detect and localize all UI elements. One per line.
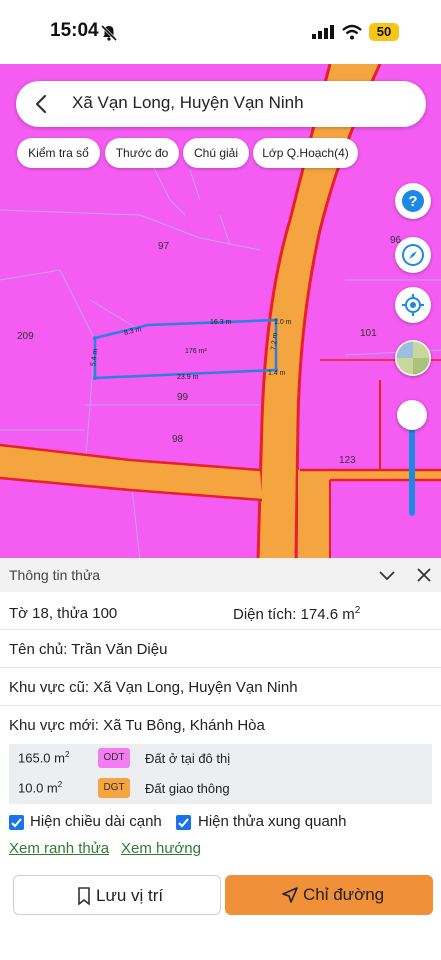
bookmark-icon: [78, 887, 90, 905]
bell-muted-icon: [100, 24, 118, 42]
area-text: Diện tích: 174.6 m2: [233, 605, 360, 623]
signal-icon: [312, 25, 334, 39]
check-icon: [178, 818, 189, 828]
chip-legend[interactable]: Chú giải: [183, 138, 249, 168]
save-location-label: Lưu vị trí: [96, 886, 164, 905]
status-time: 15:04: [50, 20, 99, 41]
zoom-slider-fill: [409, 418, 415, 516]
sheet-plot-row: Tờ 18, thửa 100 Diện tích: 174.6 m2: [0, 594, 441, 630]
chip-ruler[interactable]: Thước đo: [105, 138, 179, 168]
directions-label: Chỉ đường: [303, 885, 385, 904]
area-value: Diện tích: 174.6 m: [233, 606, 355, 623]
search-bar[interactable]: Xã Vạn Long, Huyện Vạn Ninh: [16, 81, 426, 127]
parcel-label: 97: [158, 241, 170, 252]
svg-text:?: ?: [408, 193, 417, 210]
land-use-area: 165.0 m2: [18, 750, 70, 766]
new-region-text: Khu vực mới: Xã Tu Bông, Khánh Hòa: [9, 717, 265, 734]
land-use-area: 10.0 m2: [18, 780, 63, 796]
back-arrow-icon[interactable]: [32, 93, 52, 115]
show-edges-label[interactable]: Hiện chiều dài cạnh: [30, 813, 162, 830]
directions-button[interactable]: Chỉ đường: [225, 875, 433, 915]
owner-text: Tên chủ: Trần Văn Diệu: [9, 641, 168, 658]
wifi-icon: [342, 24, 362, 40]
land-use-row: 10.0 m2 DGT Đất giao thông: [9, 774, 432, 804]
parcel-label: 101: [360, 328, 377, 339]
parcel-label: 209: [17, 331, 34, 342]
new-region-row: Khu vực mới: Xã Tu Bông, Khánh Hòa: [0, 706, 441, 744]
show-edges-checkbox[interactable]: [9, 815, 24, 830]
layer-switch-button[interactable]: [395, 340, 431, 376]
parcel-label: 99: [177, 392, 189, 403]
show-neighbors-label[interactable]: Hiện thửa xung quanh: [198, 813, 346, 830]
compass-button[interactable]: [395, 237, 431, 273]
satellite-layer-icon: [396, 341, 430, 375]
help-button[interactable]: ?: [395, 183, 431, 219]
panel-title: Thông tin thửa: [9, 567, 101, 583]
panel-header: Thông tin thửa: [0, 558, 441, 592]
land-use-name: Đất giao thông: [145, 781, 230, 796]
show-neighbors-checkbox[interactable]: [176, 815, 191, 830]
area-unit-sup: 2: [354, 605, 361, 616]
view-boundary-link[interactable]: Xem ranh thửa: [9, 840, 109, 857]
zoom-slider-knob[interactable]: [397, 400, 427, 430]
owner-row: Tên chủ: Trần Văn Diệu: [0, 630, 441, 668]
parcel-label: 98: [172, 434, 184, 445]
old-region-row: Khu vực cũ: Xã Vạn Long, Huyện Vạn Ninh: [0, 668, 441, 706]
crosshair-icon: [402, 294, 424, 316]
check-icon: [11, 818, 22, 828]
edge-length-label: 1.4 m: [268, 370, 286, 377]
close-icon[interactable]: [416, 567, 432, 583]
old-region-text: Khu vực cũ: Xã Vạn Long, Huyện Vạn Ninh: [9, 679, 298, 696]
search-location-text[interactable]: Xã Vạn Long, Huyện Vạn Ninh: [72, 93, 304, 113]
sheet-plot-text: Tờ 18, thửa 100: [9, 605, 118, 622]
chip-planning-layers[interactable]: Lớp Q.Hoạch(4): [253, 138, 358, 168]
chevron-down-icon[interactable]: [378, 567, 396, 583]
land-use-row: 165.0 m2 ODT Đất ở tại đô thị: [9, 744, 432, 774]
parcel-label: 123: [339, 455, 356, 466]
edge-length-label: 23.9 m: [177, 374, 199, 381]
save-location-button[interactable]: Lưu vị trí: [13, 875, 221, 915]
land-use-name: Đất ở tại đô thị: [145, 751, 231, 766]
edge-length-label: 1.0 m: [274, 319, 292, 326]
compass-icon: [402, 244, 424, 266]
my-location-button[interactable]: [395, 287, 431, 323]
land-use-code-badge: ODT: [98, 748, 130, 768]
question-icon: ?: [402, 190, 424, 212]
chip-check-certificate[interactable]: Kiểm tra sổ: [17, 138, 100, 168]
navigation-arrow-icon: [282, 887, 298, 903]
view-direction-link[interactable]: Xem hướng: [121, 840, 201, 857]
battery-indicator: 50: [369, 23, 399, 41]
parcel-area-label: 176 m²: [185, 348, 207, 355]
edge-length-label: 16.3 m: [210, 319, 232, 326]
status-bar: 15:04 50: [0, 0, 441, 64]
land-use-code-badge: DGT: [98, 778, 130, 798]
